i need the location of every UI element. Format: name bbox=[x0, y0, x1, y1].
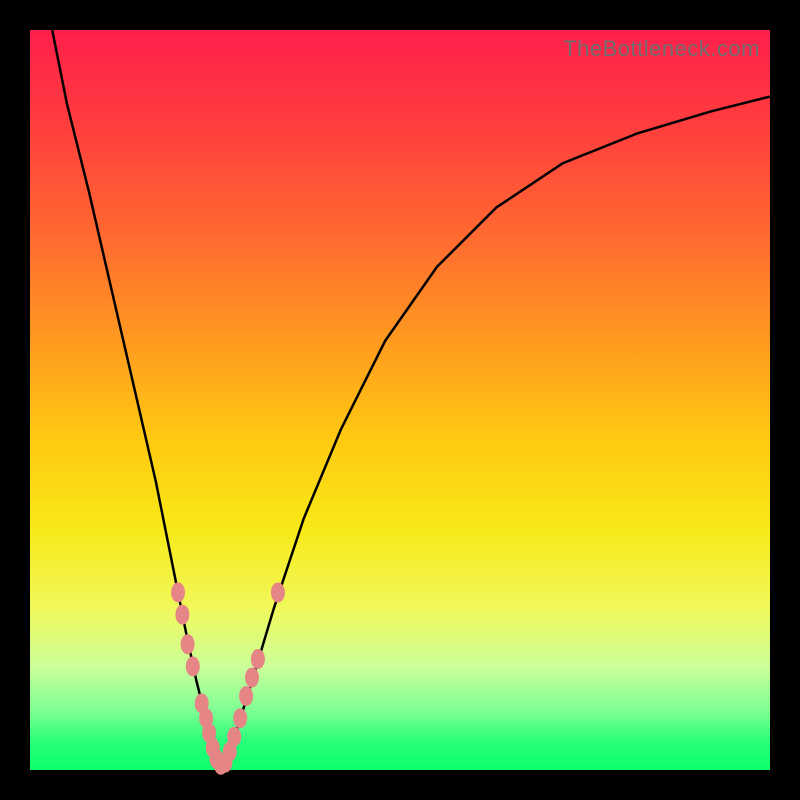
bottleneck-curve bbox=[52, 30, 770, 766]
curve-marker bbox=[181, 634, 195, 654]
curve-marker bbox=[251, 649, 265, 669]
curve-marker bbox=[186, 656, 200, 676]
curve-marker bbox=[245, 668, 259, 688]
chart-frame: TheBottleneck.com bbox=[0, 0, 800, 800]
curve-marker bbox=[227, 727, 241, 747]
curve-marker bbox=[271, 582, 285, 602]
curve-marker bbox=[233, 708, 247, 728]
bottleneck-curve-svg bbox=[30, 30, 770, 770]
plot-area: TheBottleneck.com bbox=[30, 30, 770, 770]
curve-marker bbox=[171, 582, 185, 602]
curve-marker bbox=[239, 686, 253, 706]
curve-markers bbox=[171, 582, 285, 774]
curve-marker bbox=[175, 605, 189, 625]
